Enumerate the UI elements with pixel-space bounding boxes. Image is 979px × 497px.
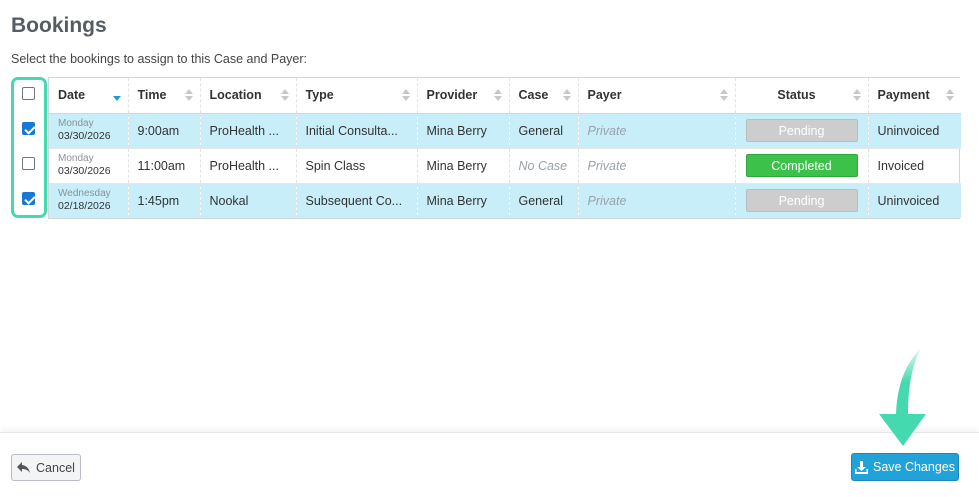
location-cell: Nookal (200, 183, 297, 218)
col-header-payment[interactable]: Payment (868, 78, 961, 114)
table-header-row: Date Time Location Type Provider Case Pa… (49, 78, 961, 114)
cancel-button[interactable]: Cancel (11, 454, 81, 481)
provider-cell: Mina Berry (417, 148, 510, 184)
sort-icon (401, 89, 410, 102)
time-cell: 1:45pm (128, 183, 201, 218)
date-cell: Monday 03/30/2026 (49, 113, 129, 149)
payment-cell: Invoiced (868, 148, 961, 184)
row-checkbox[interactable] (22, 157, 35, 170)
table-row[interactable]: Monday 03/30/2026 11:00am ProHealth ... S… (49, 148, 961, 184)
case-cell: No Case (509, 148, 579, 184)
sort-icon (280, 89, 289, 102)
col-header-case[interactable]: Case (509, 78, 579, 114)
payer-cell: Private (578, 183, 736, 218)
status-badge: Pending (745, 189, 858, 213)
save-changes-button[interactable]: Save Changes (851, 453, 959, 481)
row-checkbox[interactable] (22, 192, 35, 205)
pointer-arrow-icon (879, 348, 926, 446)
row-checkbox[interactable] (22, 122, 35, 135)
sort-icon (493, 89, 502, 102)
checkbox-column-highlight (11, 77, 47, 218)
sort-icon (562, 89, 571, 102)
payer-cell: Private (578, 148, 736, 184)
time-cell: 11:00am (128, 148, 201, 184)
cancel-button-label: Cancel (36, 460, 75, 475)
payer-cell: Private (578, 113, 736, 149)
col-header-time[interactable]: Time (128, 78, 201, 114)
sort-icon (184, 89, 193, 102)
col-header-provider[interactable]: Provider (417, 78, 510, 114)
status-cell: Completed (735, 148, 869, 184)
time-cell: 9:00am (128, 113, 201, 149)
payment-cell: Uninvoiced (868, 183, 961, 218)
case-cell: General (509, 113, 579, 149)
page-subtitle: Select the bookings to assign to this Ca… (11, 52, 308, 66)
provider-cell: Mina Berry (417, 113, 510, 149)
save-button-label: Save Changes (872, 460, 955, 474)
col-header-type[interactable]: Type (296, 78, 418, 114)
type-cell: Subsequent Co... (296, 183, 418, 218)
col-header-date[interactable]: Date (49, 78, 129, 114)
status-badge: Completed (745, 154, 858, 177)
col-header-status[interactable]: Status (735, 78, 869, 114)
reply-arrow-icon (17, 462, 31, 473)
sort-icon (719, 89, 728, 102)
type-cell: Spin Class (296, 148, 418, 184)
provider-cell: Mina Berry (417, 183, 510, 218)
footer-bar (0, 432, 979, 497)
case-cell: General (509, 183, 579, 218)
select-all-checkbox[interactable] (22, 87, 35, 100)
location-cell: ProHealth ... (200, 113, 297, 149)
sort-icon (946, 89, 954, 102)
sort-desc-icon (112, 96, 121, 101)
date-cell: Wednesday 02/18/2026 (49, 183, 129, 218)
col-header-payer[interactable]: Payer (578, 78, 736, 114)
page-title: Bookings (11, 14, 107, 37)
table-row[interactable]: Wednesday 02/18/2026 1:45pm Nookal Subseq… (49, 183, 961, 218)
status-cell: Pending (735, 183, 869, 218)
sort-icon (852, 89, 861, 102)
date-cell: Monday 03/30/2026 (49, 148, 129, 184)
col-header-location[interactable]: Location (200, 78, 297, 114)
download-icon (854, 460, 868, 474)
status-badge: Pending (745, 119, 858, 142)
bookings-table: Date Time Location Type Provider Case Pa… (48, 77, 961, 219)
status-cell: Pending (735, 113, 869, 149)
payment-cell: Uninvoiced (868, 113, 961, 149)
table-row[interactable]: Monday 03/30/2026 9:00am ProHealth ... In… (49, 113, 961, 149)
location-cell: ProHealth ... (200, 148, 297, 184)
type-cell: Initial Consulta... (296, 113, 418, 149)
